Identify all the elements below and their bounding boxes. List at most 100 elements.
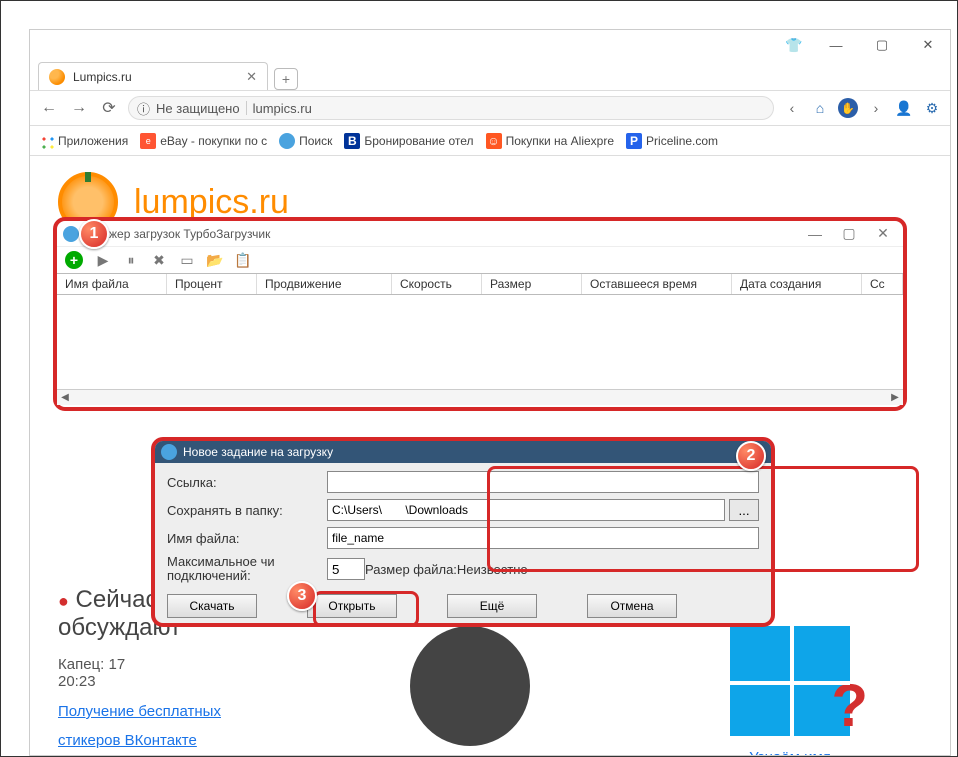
sidebar-link[interactable]: Получение бесплатных <box>58 698 221 727</box>
row-url: Ссылка: <box>167 471 759 493</box>
col-progress[interactable]: Продвижение <box>257 274 392 294</box>
card-windows[interactable]: ? Узнаём имя пользователя на Windows 10 <box>690 626 890 755</box>
horizontal-scrollbar[interactable]: ◀ ▶ <box>57 389 903 405</box>
col-link[interactable]: Сс <box>862 274 903 294</box>
pause-icon[interactable]: ⏸ <box>123 252 139 268</box>
add-download-button[interactable]: + <box>65 251 83 269</box>
col-speed[interactable]: Скорость <box>392 274 482 294</box>
dm-maximize-button[interactable]: ▢ <box>835 225 863 242</box>
chevron-right-icon[interactable]: › <box>866 98 886 118</box>
more-button[interactable]: Ещё <box>447 594 537 618</box>
b-icon: В <box>344 133 360 149</box>
bookmark-booking[interactable]: ВБронирование отел <box>344 133 473 149</box>
minimize-button[interactable]: — <box>822 35 850 55</box>
dm-title: жер загрузок ТурбоЗагрузчик <box>109 227 270 241</box>
bookmark-ebay[interactable]: eeBay - покупки по с <box>140 133 267 149</box>
maximize-button[interactable]: ▢ <box>868 35 896 55</box>
bookmark-ali[interactable]: ☺Покупки на Aliexpre <box>486 133 614 149</box>
info-icon[interactable]: ⓘ <box>137 99 150 118</box>
task-form: Ссылка: Сохранять в папку: ... Имя файла… <box>155 463 771 592</box>
address-bar[interactable]: ⓘ Не защищено lumpics.ru <box>128 96 774 120</box>
row-folder: Сохранять в папку: ... <box>167 499 759 521</box>
globe-icon <box>279 133 295 149</box>
task-titlebar[interactable]: Новое задание на загрузку <box>155 441 771 463</box>
tab-lumpics[interactable]: Lumpics.ru ✕ <box>38 62 268 90</box>
tab-title: Lumpics.ru <box>73 70 132 84</box>
uran-logo-icon <box>410 626 530 746</box>
callout-badge-3: 3 <box>287 581 317 611</box>
bookmark-priceline[interactable]: PPriceline.com <box>626 133 718 149</box>
new-task-dialog: Новое задание на загрузку Ссылка: Сохран… <box>151 437 775 627</box>
col-remaining[interactable]: Оставшееся время <box>582 274 732 294</box>
forward-button[interactable]: → <box>68 97 90 119</box>
scroll-right-icon[interactable]: ▶ <box>887 390 903 405</box>
settings-icon[interactable]: 📋 <box>235 252 251 268</box>
callout-badge-2: 2 <box>736 441 766 471</box>
ali-icon: ☺ <box>486 133 502 149</box>
dm-table-body <box>57 295 903 389</box>
site-favicon-icon <box>49 69 65 85</box>
home-icon[interactable]: ⌂ <box>810 98 830 118</box>
p-icon: P <box>626 133 642 149</box>
dm-close-button[interactable]: ✕ <box>869 225 897 242</box>
app-icon <box>63 226 79 242</box>
folder-icon[interactable]: ▭ <box>179 252 195 268</box>
label-filename: Имя файла: <box>167 531 327 546</box>
download-manager-window: жер загрузок ТурбоЗагрузчик — ▢ ✕ + ▶ ⏸ … <box>53 217 907 411</box>
new-tab-button[interactable]: + <box>274 68 298 90</box>
sidebar-link[interactable]: стикеров ВКонтакте <box>58 727 197 756</box>
dm-toolbar: + ▶ ⏸ ✖ ▭ 📂 📋 <box>57 247 903 273</box>
apps-grid-icon <box>38 133 54 149</box>
site-title: lumpics.ru <box>134 183 289 222</box>
scroll-left-icon[interactable]: ◀ <box>57 390 73 405</box>
tshirt-icon[interactable]: 👕 <box>784 35 804 55</box>
bookmark-search[interactable]: Поиск <box>279 133 332 149</box>
back-button[interactable]: ← <box>38 97 60 119</box>
url-text: lumpics.ru <box>253 101 312 116</box>
col-filename[interactable]: Имя файла <box>57 274 167 294</box>
filesize-label: Размер файла:Неизвестно <box>365 562 528 577</box>
main-cards: Uran 59.0.3071.110 ? Узнаём имя пользова… <box>340 626 920 755</box>
user-icon[interactable]: 👤 <box>894 98 914 118</box>
task-buttons: Скачать Открыть Ещё Отмена <box>155 592 771 626</box>
browser-toolbar: ← → ⟳ ⓘ Не защищено lumpics.ru ‹ ⌂ ✋ › 👤… <box>30 90 950 126</box>
label-folder: Сохранять в папку: <box>167 503 327 518</box>
browse-button[interactable]: ... <box>729 499 759 521</box>
close-button[interactable]: ✕ <box>914 35 942 55</box>
callout-badge-1: 1 <box>79 219 109 249</box>
reload-button[interactable]: ⟳ <box>98 97 120 119</box>
input-maxconn[interactable] <box>327 558 365 580</box>
security-text: Не защищено <box>156 101 240 116</box>
dm-table-header: Имя файла Процент Продвижение Скорость Р… <box>57 273 903 295</box>
input-filename[interactable] <box>327 527 759 549</box>
chevron-left-icon[interactable]: ‹ <box>782 98 802 118</box>
play-icon[interactable]: ▶ <box>95 252 111 268</box>
dm-minimize-button[interactable]: — <box>801 226 829 242</box>
input-folder[interactable] <box>327 499 725 521</box>
app-icon <box>161 444 177 460</box>
dm-titlebar[interactable]: жер загрузок ТурбоЗагрузчик — ▢ ✕ <box>57 221 903 247</box>
col-created[interactable]: Дата создания <box>732 274 862 294</box>
download-button[interactable]: Скачать <box>167 594 257 618</box>
extension1-icon[interactable]: ✋ <box>838 98 858 118</box>
bookmarks-bar: Приложения eeBay - покупки по с Поиск ВБ… <box>30 126 950 156</box>
tab-close-icon[interactable]: ✕ <box>246 69 257 85</box>
extension2-icon[interactable]: ⚙ <box>922 98 942 118</box>
delete-icon[interactable]: ✖ <box>151 252 167 268</box>
cancel-button[interactable]: Отмена <box>587 594 677 618</box>
window-titlebar: 👕 — ▢ ✕ <box>30 30 950 60</box>
open-folder-icon[interactable]: 📂 <box>207 252 223 268</box>
row-maxconn: Максимальное чи подключений: Размер файл… <box>167 555 759 584</box>
open-button[interactable]: Открыть <box>307 594 397 618</box>
question-icon: ? <box>831 671 868 740</box>
card-caption[interactable]: Узнаём имя пользователя на Windows 10 <box>732 746 848 755</box>
scrollbar-track[interactable] <box>73 390 887 405</box>
input-url[interactable] <box>327 471 759 493</box>
col-size[interactable]: Размер <box>482 274 582 294</box>
row-filename: Имя файла: <box>167 527 759 549</box>
bookmark-apps[interactable]: Приложения <box>38 133 128 149</box>
col-percent[interactable]: Процент <box>167 274 257 294</box>
card-uran[interactable]: Uran 59.0.3071.110 <box>370 626 570 755</box>
label-maxconn: Максимальное чи подключений: <box>167 555 327 584</box>
bullet-icon: ● <box>58 591 69 611</box>
